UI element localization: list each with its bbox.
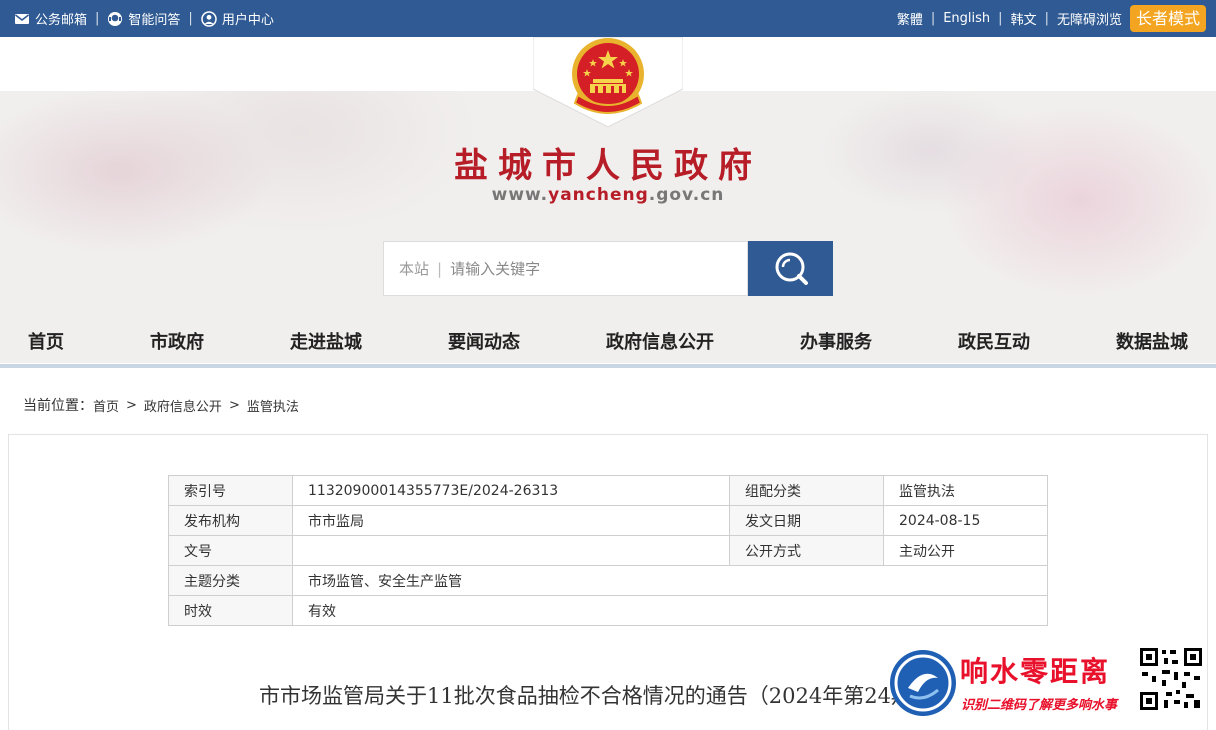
accessibility-link[interactable]: 无障碍浏览 <box>1057 9 1122 28</box>
traditional-chinese-link[interactable]: 繁體 <box>897 9 923 28</box>
user-center-link[interactable]: 用户中心 <box>201 9 274 28</box>
korean-link[interactable]: 韩文 <box>1011 9 1037 28</box>
nav-about-yancheng[interactable]: 走进盐城 <box>290 328 362 354</box>
national-emblem-icon <box>533 37 683 127</box>
elder-mode-button[interactable]: 长者模式 <box>1129 5 1206 32</box>
main-nav: 首页 市政府 走进盐城 要闻动态 政府信息公开 办事服务 政民互动 数据盐城 <box>0 318 1216 364</box>
divider: | <box>930 11 936 26</box>
qr-code-icon <box>1138 646 1204 712</box>
top-bar-left: 公务邮箱 | 智能问答 | 用户中心 <box>14 0 274 37</box>
nav-data-yancheng[interactable]: 数据盐城 <box>1116 328 1188 354</box>
user-center-label: 用户中心 <box>221 13 274 28</box>
meta-label: 组配分类 <box>729 475 884 506</box>
meta-label: 索引号 <box>168 475 293 506</box>
site-url-suffix: .gov.cn <box>648 185 725 205</box>
nav-interaction[interactable]: 政民互动 <box>958 328 1030 354</box>
chat-icon <box>108 11 123 26</box>
table-row: 时效 有效 <box>168 595 1048 626</box>
divider: | <box>998 11 1003 26</box>
breadcrumb-separator: > <box>228 397 240 413</box>
meta-value: 2024-08-15 <box>883 505 1048 536</box>
mail-icon <box>15 13 29 24</box>
table-row: 主题分类 市场监管、安全生产监管 <box>168 565 1048 596</box>
smart-qa-link[interactable]: 智能问答 <box>107 9 180 28</box>
document-meta-table: 索引号 11320900014355773E/2024-26313 组配分类 监… <box>168 475 1048 626</box>
meta-value: 监管执法 <box>883 475 1048 506</box>
breadcrumb: 当前位置： 首页 > 政府信息公开 > 监管执法 <box>23 395 299 415</box>
top-bar-right: 繁體 | English | 韩文 | 无障碍浏览 长者模式 <box>897 0 1206 37</box>
meta-value: 11320900014355773E/2024-26313 <box>292 475 730 506</box>
breadcrumb-home[interactable]: 首页 <box>93 396 119 415</box>
site-url-prefix: www. <box>491 185 549 205</box>
user-icon <box>201 10 217 27</box>
search-bar: 本站 | 请输入关键字 <box>383 241 833 296</box>
site-url: www.yancheng.gov.cn <box>0 185 1216 205</box>
site-title: 盐城市人民政府 <box>454 146 762 186</box>
nav-news[interactable]: 要闻动态 <box>448 328 520 354</box>
meta-label: 发文日期 <box>729 505 884 536</box>
meta-label: 主题分类 <box>168 565 293 596</box>
breadcrumb-label: 当前位置： <box>23 398 93 414</box>
table-row: 索引号 11320900014355773E/2024-26313 组配分类 监… <box>168 475 1048 506</box>
official-mail-link[interactable]: 公务邮箱 <box>14 9 87 28</box>
meta-label: 时效 <box>168 595 293 626</box>
watermark-logo-icon <box>890 650 956 716</box>
divider: | <box>188 11 193 26</box>
nav-home[interactable]: 首页 <box>28 328 64 354</box>
meta-value <box>292 535 730 566</box>
search-placeholder: 请输入关键字 <box>450 260 541 278</box>
top-bar: 公务邮箱 | 智能问答 | 用户中心 繁體 | English | 韩文 | 无… <box>0 0 1216 37</box>
search-scope[interactable]: 本站 <box>399 258 429 279</box>
meta-value: 主动公开 <box>883 535 1048 566</box>
table-row: 发布机构 市市监局 发文日期 2024-08-15 <box>168 505 1048 536</box>
watermark-name: 响水零距离 <box>960 655 1111 688</box>
meta-label: 文号 <box>168 535 293 566</box>
breadcrumb-supervision[interactable]: 监管执法 <box>247 396 299 415</box>
meta-value: 有效 <box>292 595 1048 626</box>
official-mail-label: 公务邮箱 <box>35 13 88 28</box>
divider: | <box>1044 11 1049 26</box>
english-link[interactable]: English <box>943 11 990 26</box>
nav-municipal-government[interactable]: 市政府 <box>150 328 204 354</box>
site-url-highlight: yancheng <box>548 185 649 205</box>
search-input[interactable]: 本站 | 请输入关键字 <box>383 241 748 296</box>
search-icon <box>775 252 808 285</box>
meta-value: 市场监管、安全生产监管 <box>292 565 1048 596</box>
search-button[interactable] <box>748 241 833 296</box>
divider: | <box>437 259 443 278</box>
meta-label: 发布机构 <box>168 505 293 536</box>
meta-label: 公开方式 <box>729 535 884 566</box>
watermark: 响水零距离 识别二维码了解更多响水事 <box>888 642 1216 722</box>
nav-underline <box>0 364 1216 368</box>
divider: | <box>95 11 100 26</box>
smart-qa-label: 智能问答 <box>128 13 181 28</box>
breadcrumb-gov-info[interactable]: 政府信息公开 <box>144 396 222 415</box>
meta-value: 市市监局 <box>292 505 730 536</box>
watermark-subtitle: 识别二维码了解更多响水事 <box>961 698 1118 713</box>
table-row: 文号 公开方式 主动公开 <box>168 535 1048 566</box>
breadcrumb-separator: > <box>126 397 137 413</box>
nav-services[interactable]: 办事服务 <box>800 328 872 354</box>
nav-gov-info-disclosure[interactable]: 政府信息公开 <box>606 328 714 354</box>
